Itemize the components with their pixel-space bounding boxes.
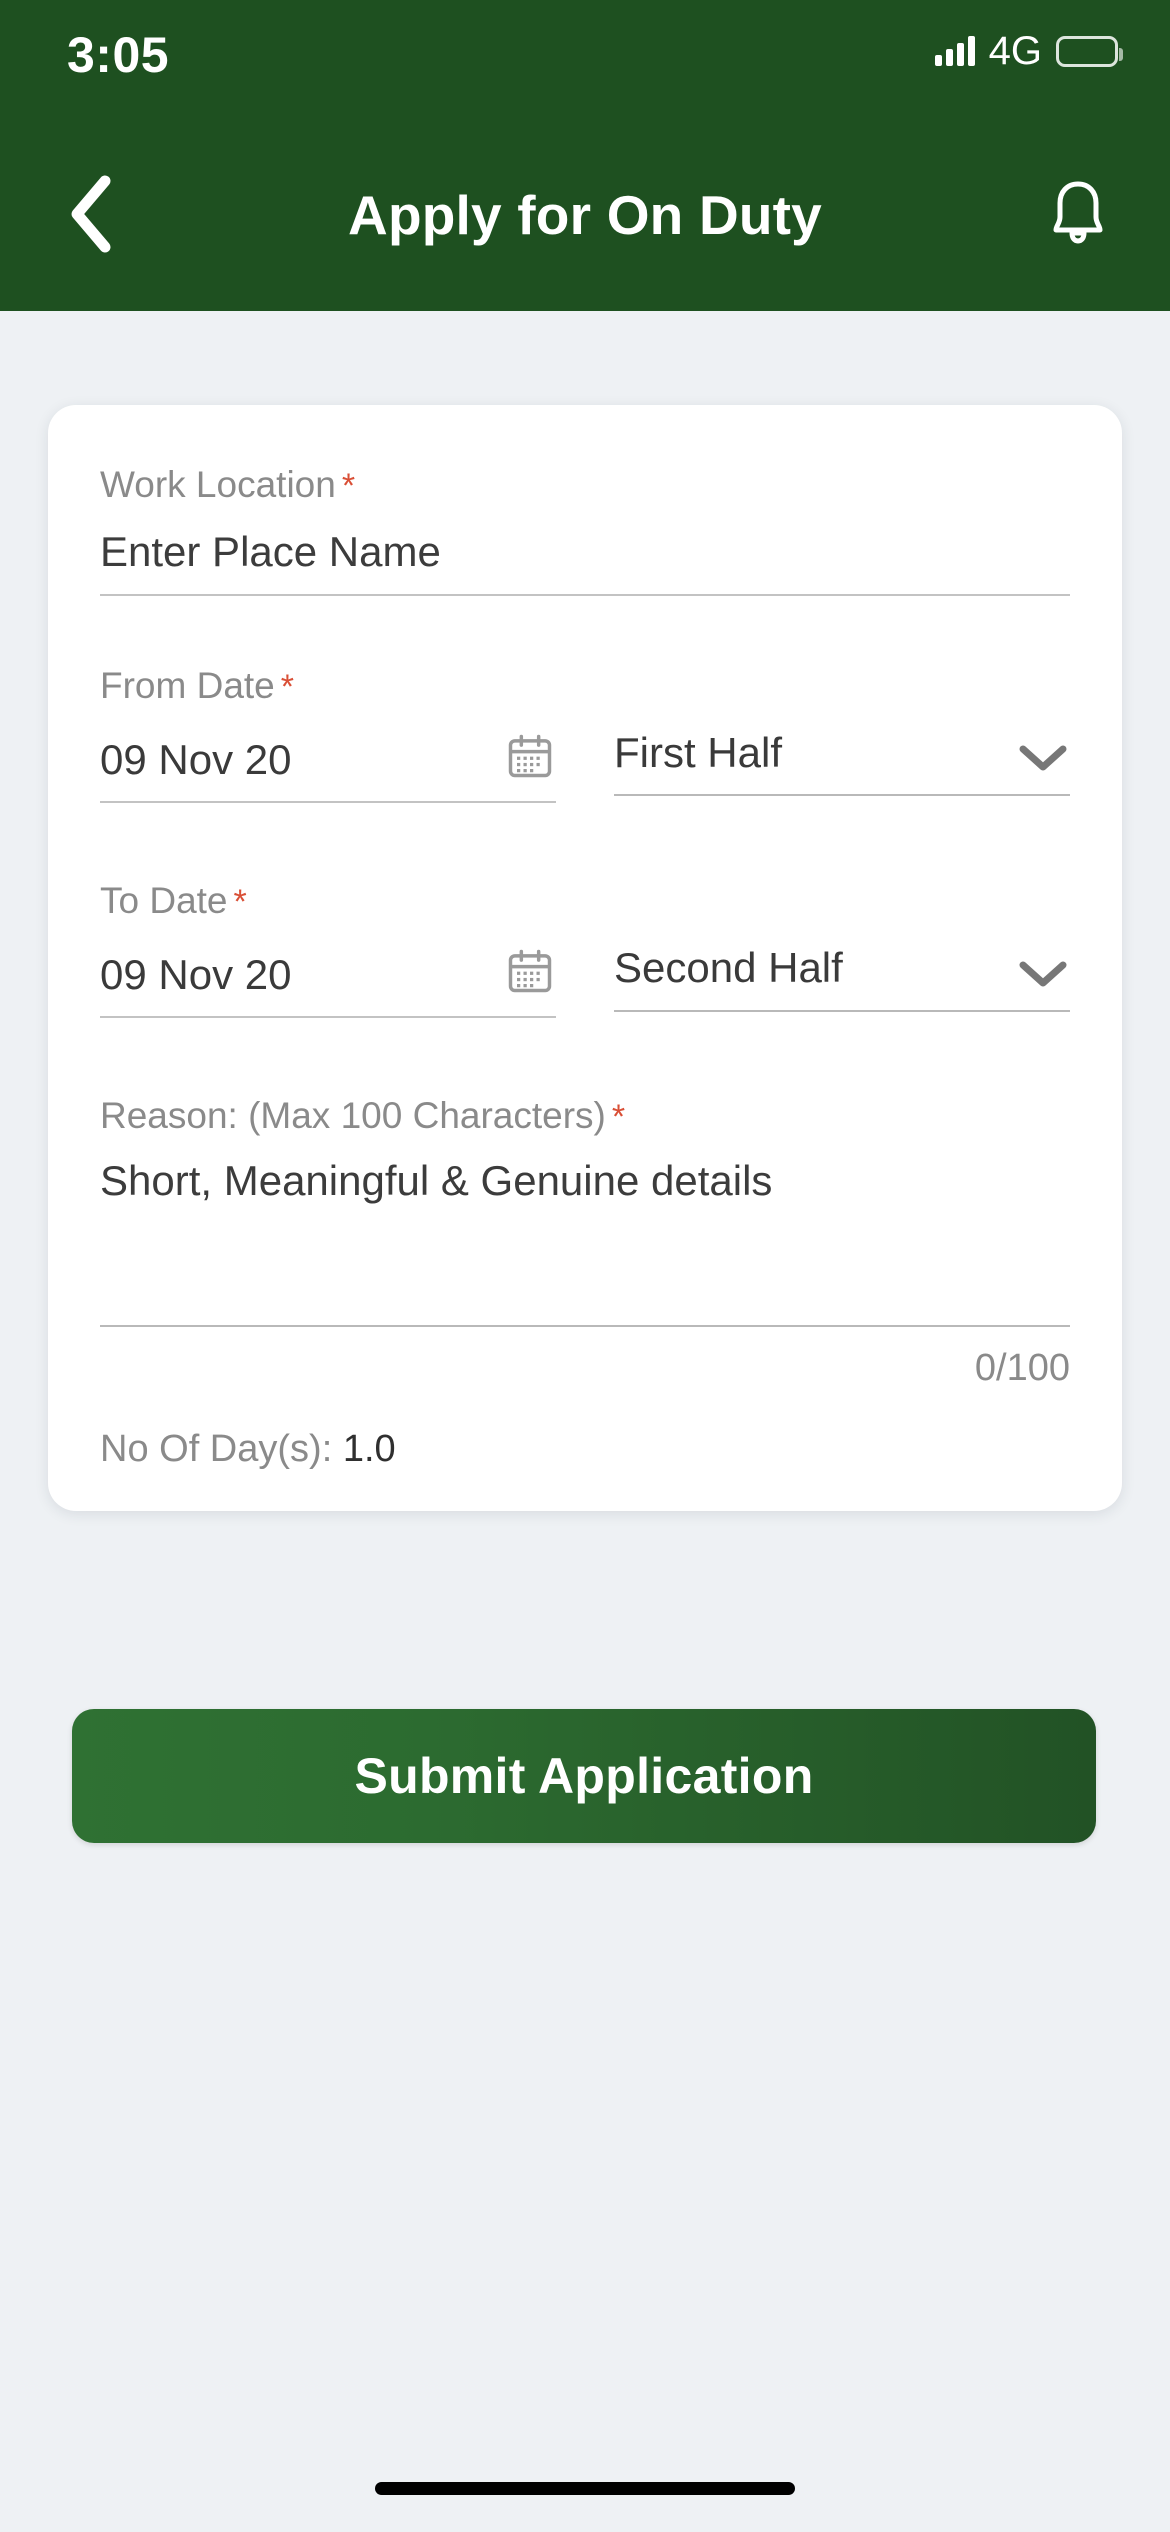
- page-title: Apply for On Duty: [348, 183, 822, 246]
- no-of-days-value: 1.0: [342, 1427, 396, 1470]
- required-asterisk: *: [233, 882, 247, 921]
- required-asterisk: *: [280, 667, 294, 706]
- battery-icon: [1056, 35, 1123, 67]
- bell-icon: [1047, 178, 1109, 251]
- from-date-col: 09 Nov 20: [100, 708, 556, 803]
- notifications-button[interactable]: [1032, 168, 1124, 260]
- to-date-col: 09 Nov 20: [100, 923, 556, 1019]
- signal-bars-icon: [934, 36, 975, 66]
- to-date-half-value: Second Half: [614, 944, 843, 992]
- to-date-field: To Date * 09 Nov 20 Second Half: [100, 879, 1070, 1019]
- from-date-row: 09 Nov 20 First Half: [100, 708, 1070, 803]
- calendar-icon: [504, 730, 556, 787]
- to-date-label-text: To Date: [100, 879, 228, 921]
- reason-label: Reason: (Max 100 Characters) *: [100, 1094, 1070, 1138]
- reason-placeholder: Short, Meaningful & Genuine details: [100, 1156, 773, 1204]
- work-location-field: Work Location * Enter Place Name: [100, 463, 1070, 596]
- to-date-row: 09 Nov 20 Second Half: [100, 923, 1070, 1019]
- to-date-value: 09 Nov 20: [100, 951, 292, 999]
- reason-textarea[interactable]: Short, Meaningful & Genuine details: [100, 1157, 1070, 1327]
- status-bar-indicators: 4G: [934, 28, 1123, 74]
- chevron-down-icon: [1016, 957, 1070, 996]
- from-date-field: From Date * 09 Nov 20 First Half: [100, 664, 1070, 803]
- required-asterisk: *: [341, 467, 356, 505]
- to-date-label: To Date *: [100, 879, 1070, 923]
- submit-application-button[interactable]: Submit Application: [72, 1709, 1096, 1843]
- work-location-label: Work Location *: [100, 463, 1070, 507]
- from-date-half-value: First Half: [614, 728, 782, 776]
- required-asterisk: *: [611, 1098, 626, 1137]
- work-location-label-text: Work Location: [100, 464, 336, 505]
- app-screen: 3:05 4G Apply for On Duty Work Location …: [0, 0, 1170, 2532]
- work-location-input[interactable]: Enter Place Name: [100, 529, 1070, 596]
- reason-field: Reason: (Max 100 Characters) * Short, Mea…: [100, 1094, 1070, 1389]
- to-half-col: Second Half: [614, 923, 1070, 1018]
- no-of-days-label: No Of Day(s):: [100, 1427, 343, 1470]
- from-date-picker[interactable]: 09 Nov 20: [100, 730, 556, 803]
- status-bar-time: 3:05: [67, 27, 170, 83]
- app-header: Apply for On Duty: [0, 118, 1170, 311]
- from-half-col: First Half: [614, 708, 1070, 803]
- to-date-half-select[interactable]: Second Half: [614, 944, 1070, 1012]
- chevron-down-icon: [1016, 741, 1070, 780]
- reason-label-text: Reason: (Max 100 Characters): [100, 1095, 606, 1137]
- apply-form-card: Work Location * Enter Place Name From Dat…: [48, 405, 1122, 1511]
- from-date-label-text: From Date: [100, 664, 275, 706]
- from-date-half-select[interactable]: First Half: [614, 728, 1070, 797]
- calendar-icon: [504, 945, 556, 1002]
- to-date-picker[interactable]: 09 Nov 20: [100, 945, 556, 1019]
- from-date-value: 09 Nov 20: [100, 735, 292, 783]
- from-date-label: From Date *: [100, 664, 1070, 708]
- status-bar: 3:05 4G: [0, 0, 1170, 118]
- network-type-label: 4G: [988, 29, 1042, 73]
- home-indicator: [375, 2482, 795, 2495]
- no-of-days-row: No Of Day(s): 1.0: [100, 1428, 1070, 1471]
- reason-character-counter: 0/100: [974, 1346, 1070, 1389]
